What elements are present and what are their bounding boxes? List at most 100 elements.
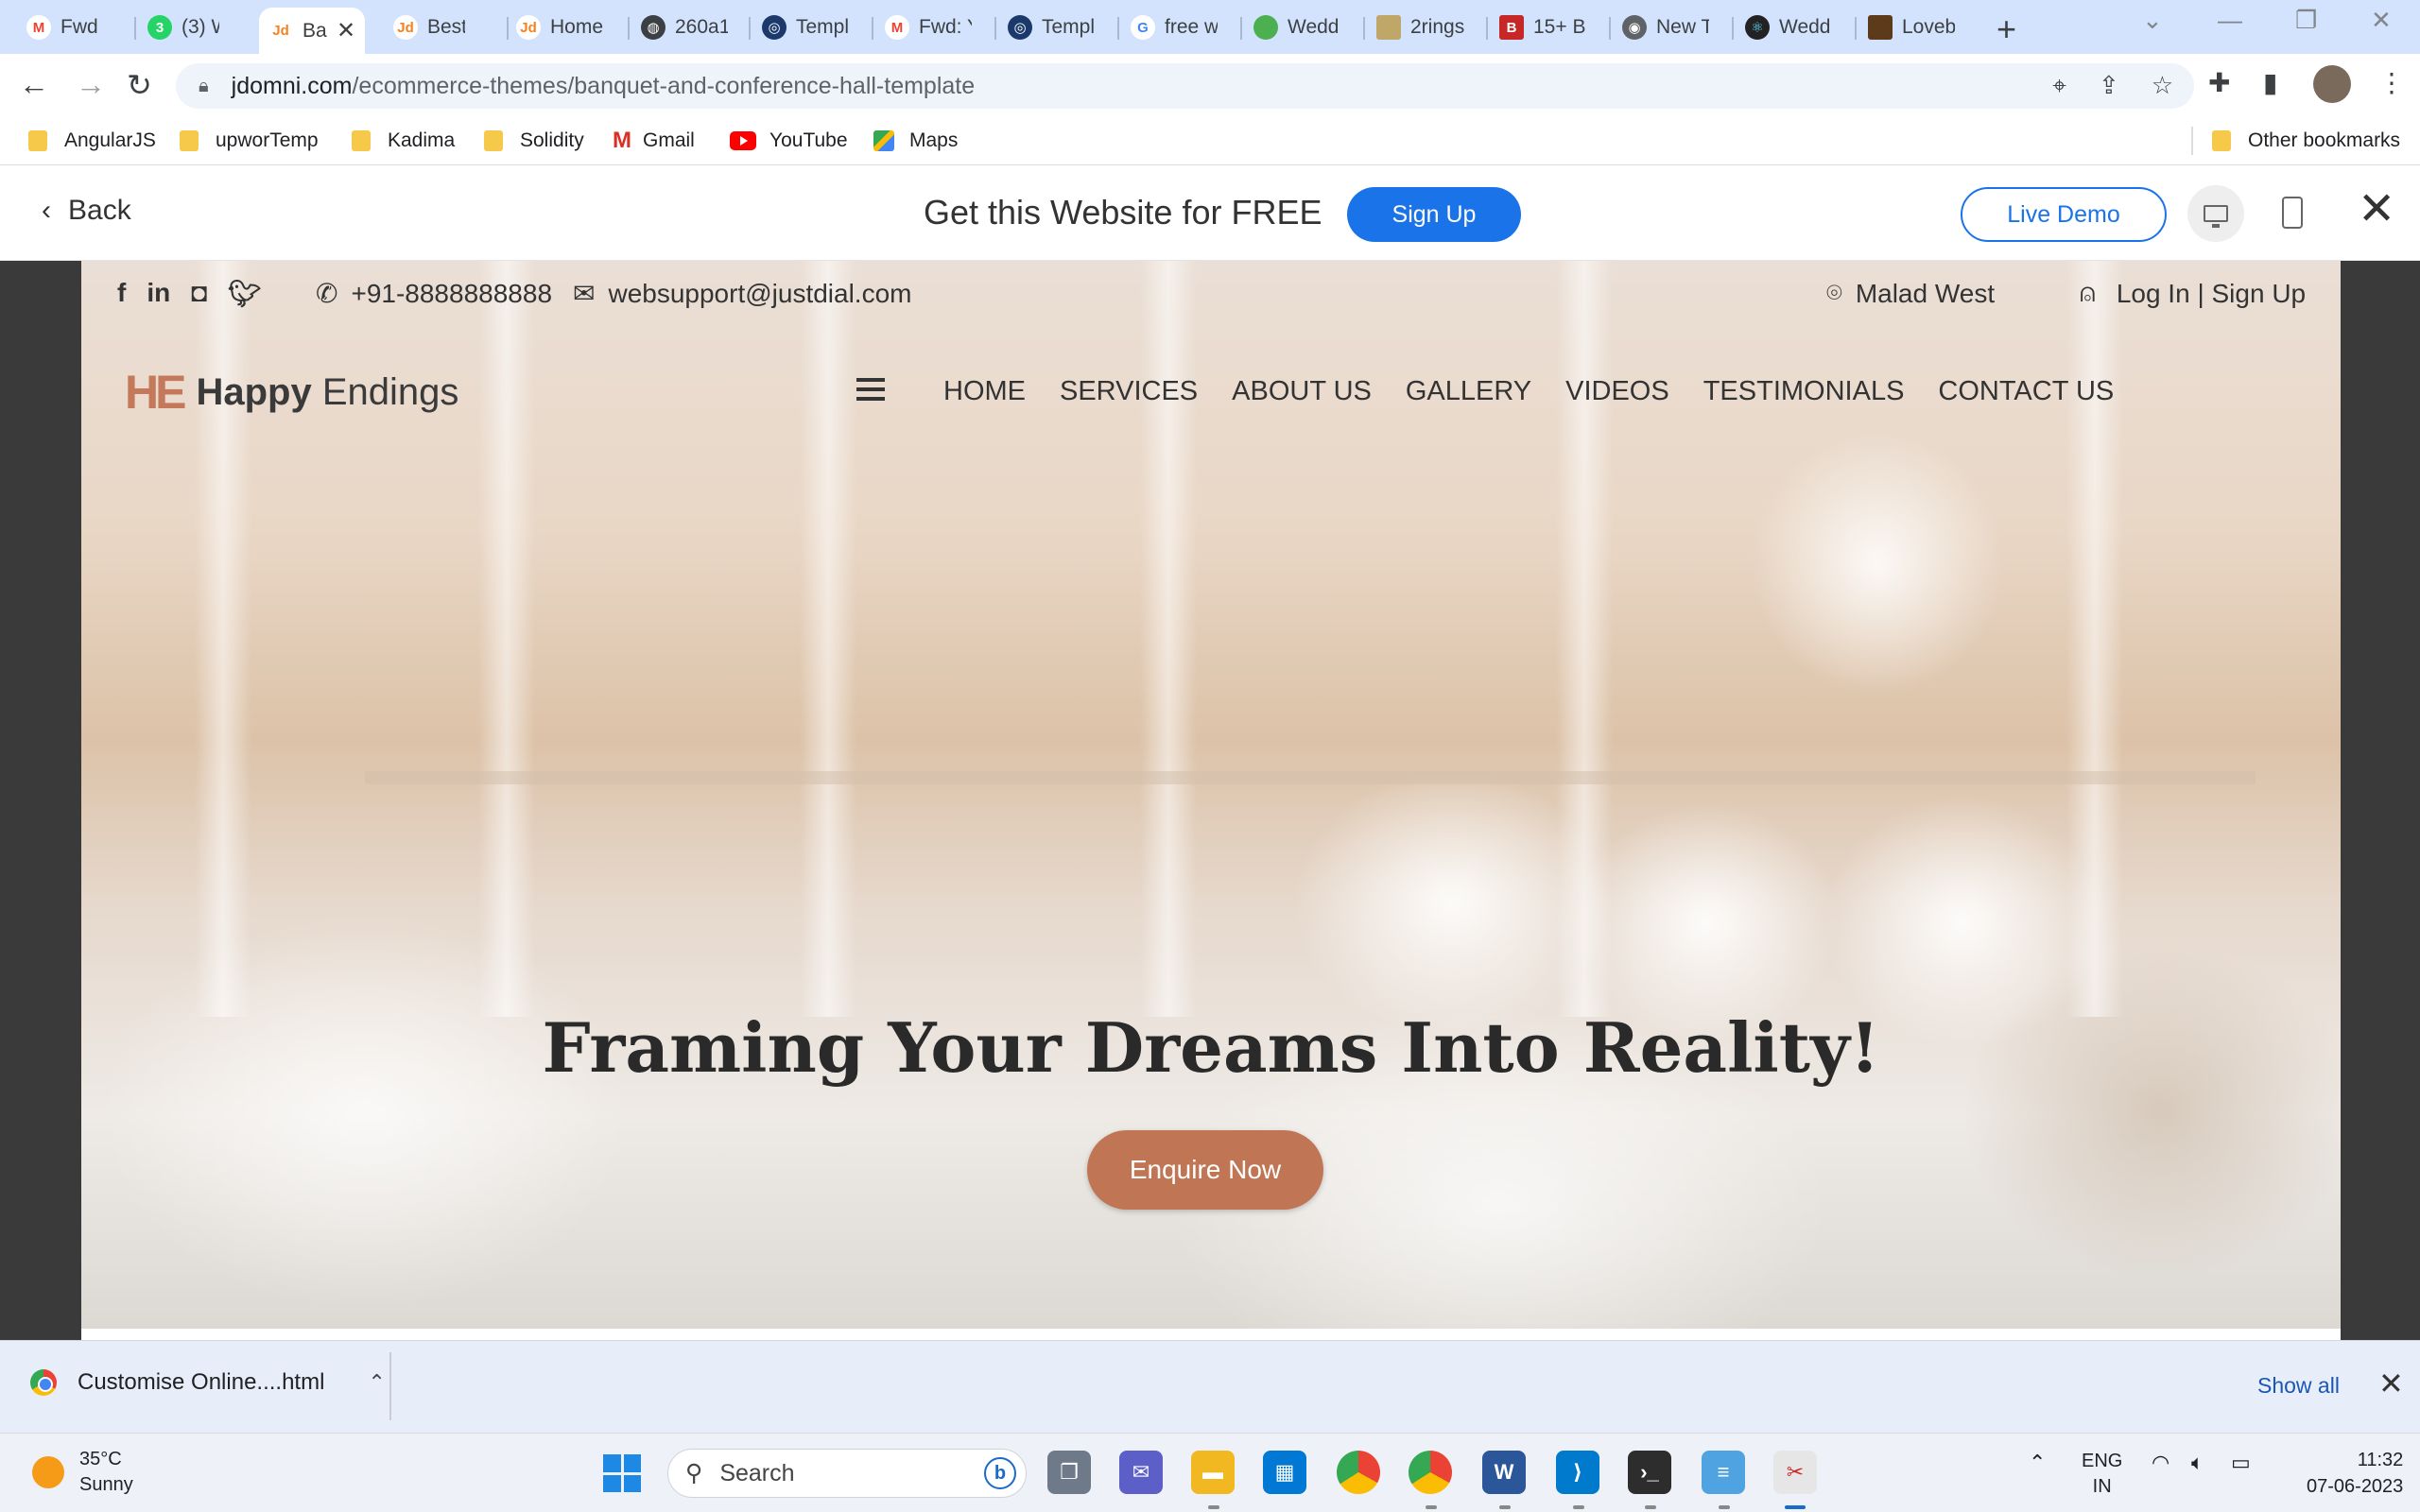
browser-tab[interactable]: ◍ 260a1 (631, 8, 737, 47)
browser-tab[interactable]: Gfree w (1121, 8, 1227, 47)
lock-icon: 🔒︎ (199, 75, 209, 96)
close-tab-icon[interactable]: ✕ (337, 17, 355, 44)
desktop-view-button[interactable] (2187, 185, 2244, 242)
bookmark-maps[interactable]: Maps (873, 126, 958, 156)
browser-tab[interactable]: Wedd (1244, 8, 1350, 47)
chrome-taskbar-icon-2[interactable] (1409, 1451, 1452, 1494)
word-icon[interactable]: W (1482, 1451, 1526, 1494)
snipping-tool-icon[interactable]: ✂ (1773, 1451, 1817, 1494)
browser-tab[interactable]: ◉ New T (1613, 8, 1719, 47)
site-logo[interactable]: HE Happy Endings (125, 365, 458, 420)
teams-chat-icon[interactable]: ✉ (1119, 1451, 1163, 1494)
browser-tab[interactable]: B 15+ B (1490, 8, 1596, 47)
browser-tab[interactable]: Loveb (1858, 8, 1964, 47)
minimize-icon[interactable]: — (2218, 6, 2242, 35)
bookmark-star-icon[interactable]: ☆ (2152, 71, 2173, 101)
microsoft-store-icon[interactable]: ▦ (1263, 1451, 1306, 1494)
nav-videos[interactable]: VIDEOS (1565, 376, 1669, 407)
preview-header: ‹ Back Get this Website for FREE Sign Up … (0, 166, 2420, 261)
signup-button[interactable]: Sign Up (1347, 187, 1521, 242)
back-link[interactable]: ‹ Back (42, 195, 131, 227)
bookmark-angularjs[interactable]: AngularJS (28, 126, 156, 156)
nav-testimonials[interactable]: TESTIMONIALS (1703, 376, 1905, 407)
chevron-up-icon[interactable]: ⌃ (368, 1370, 385, 1395)
system-clock[interactable]: 11:32 07-06-2023 (2307, 1447, 2403, 1500)
hamburger-menu-icon[interactable] (856, 378, 885, 401)
taskbar-search[interactable]: ⚲ Search b (667, 1449, 1027, 1498)
hero-title: Framing Your Dreams Into Reality! (542, 1007, 1880, 1088)
file-explorer-icon[interactable]: ▬ (1191, 1451, 1235, 1494)
sun-icon (32, 1456, 64, 1488)
browser-tab[interactable]: ◎ Templ (752, 8, 858, 47)
side-panel-icon[interactable]: ▮ (2263, 67, 2277, 98)
vscode-icon[interactable]: ⟩ (1556, 1451, 1599, 1494)
contact-email[interactable]: ✉ websupport@justdial.com (573, 278, 911, 309)
youtube-icon (730, 131, 756, 150)
bookmark-gmail[interactable]: M Gmail (613, 126, 695, 156)
reload-icon[interactable]: ↻ (127, 67, 152, 103)
template-icon: ◎ (762, 15, 786, 40)
task-view-icon[interactable]: ❐ (1047, 1451, 1091, 1494)
facebook-icon[interactable]: f (117, 278, 126, 309)
other-bookmarks[interactable]: Other bookmarks (2212, 126, 2400, 156)
volume-icon[interactable]: 🔈︎ (2191, 1451, 2204, 1475)
weather-widget[interactable]: 35°C Sunny (32, 1447, 133, 1498)
chrome-taskbar-icon[interactable] (1337, 1451, 1380, 1494)
forward-arrow-icon[interactable]: → (76, 67, 106, 102)
close-shelf-icon[interactable]: ✕ (2378, 1366, 2404, 1401)
contact-phone[interactable]: ✆ +91-8888888888 (316, 278, 552, 309)
enquire-now-button[interactable]: Enquire Now (1087, 1130, 1323, 1210)
language-indicator[interactable]: ENG IN (2082, 1449, 2122, 1500)
show-all-link[interactable]: Show all (2257, 1373, 2340, 1399)
nav-gallery[interactable]: GALLERY (1406, 376, 1531, 407)
new-tab-icon[interactable]: + (1996, 9, 2016, 49)
menu-kebab-icon[interactable]: ⋮ (2378, 67, 2405, 98)
windows-start-icon[interactable] (603, 1454, 641, 1492)
bing-icon[interactable]: b (984, 1457, 1016, 1489)
loveb-icon (1868, 15, 1893, 40)
location-blocked-icon[interactable]: ⌖ (2052, 71, 2066, 101)
profile-avatar[interactable] (2313, 65, 2351, 103)
browser-tab[interactable]: 3(3) Wh (138, 8, 229, 47)
twitter-icon[interactable]: 🐦︎ (228, 278, 262, 309)
browser-tab[interactable]: ⚛ Wedd (1736, 8, 1841, 47)
live-demo-button[interactable]: Live Demo (1961, 187, 2167, 242)
login-signup-link[interactable]: ⍝ Log In | Sign Up (2080, 278, 2306, 309)
back-arrow-icon[interactable]: ← (19, 67, 49, 102)
instagram-icon[interactable]: ◘ (191, 278, 207, 309)
tab-search-icon[interactable]: ⌄ (2142, 6, 2163, 35)
restore-icon[interactable]: ❐ (2295, 6, 2317, 35)
jd-icon: Jd (516, 15, 541, 40)
google-icon: G (1131, 15, 1155, 40)
terminal-icon[interactable]: ›_ (1628, 1451, 1671, 1494)
browser-tab[interactable]: ◎ Templ (998, 8, 1104, 47)
bookmark-kadima[interactable]: Kadima (352, 126, 455, 156)
browser-tab[interactable]: JdBest F (384, 8, 475, 47)
battery-icon[interactable]: ▭ (2231, 1451, 2251, 1475)
nav-home[interactable]: HOME (943, 376, 1026, 407)
browser-tab[interactable]: MFwd: Y (875, 8, 981, 47)
close-window-icon[interactable]: ✕ (2371, 6, 2392, 35)
folder-icon (180, 130, 199, 151)
download-item[interactable]: Customise Online....html ⌃ (30, 1369, 386, 1396)
browser-tab[interactable]: 2rings (1367, 8, 1477, 47)
chrome-icon (30, 1369, 57, 1396)
share-icon[interactable]: ⇪ (2099, 71, 2119, 101)
browser-tab-active[interactable]: Jd Ba ✕ (259, 8, 366, 54)
show-hidden-icons-icon[interactable]: ⌃ (2029, 1451, 2046, 1475)
bookmark-youtube[interactable]: YouTube (730, 126, 848, 156)
mobile-view-icon[interactable] (2282, 197, 2303, 229)
extensions-icon[interactable]: ✚ (2208, 67, 2230, 98)
bookmark-solidity[interactable]: Solidity (484, 126, 584, 156)
nav-contact-us[interactable]: CONTACT US (1938, 376, 2114, 407)
close-icon[interactable]: ✕ (2358, 187, 2395, 232)
address-bar[interactable]: 🔒︎ jdomni.com/ecommerce-themes/banquet-a… (176, 63, 2194, 109)
linkedin-icon[interactable]: in (147, 278, 170, 309)
notepad-icon[interactable]: ≡ (1702, 1451, 1745, 1494)
nav-about-us[interactable]: ABOUT US (1232, 376, 1372, 407)
wifi-icon[interactable]: ◠ (2152, 1451, 2169, 1475)
browser-tab[interactable]: MFwd: Y (17, 8, 108, 47)
browser-tab[interactable]: Jd Home (507, 8, 613, 47)
bookmark-upwortemp[interactable]: upworTemp (180, 126, 319, 156)
nav-services[interactable]: SERVICES (1060, 376, 1198, 407)
